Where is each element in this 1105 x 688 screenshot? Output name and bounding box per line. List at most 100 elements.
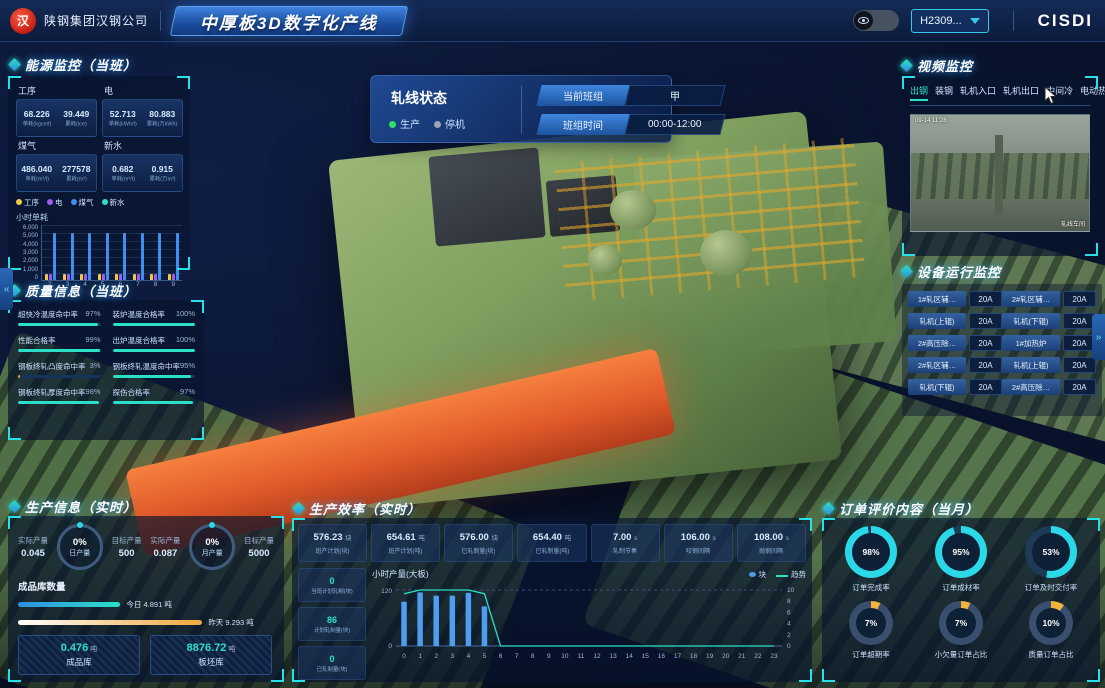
svg-text:2: 2 <box>787 632 791 639</box>
monthly-output-gauge: 0%月产量 <box>189 524 235 570</box>
svg-text:10: 10 <box>561 653 569 660</box>
hour-chart-legend: 块 趋势 <box>749 569 807 580</box>
svg-text:120: 120 <box>381 588 392 595</box>
svg-text:4: 4 <box>467 653 471 660</box>
energy-panel: 工序 68.226单耗(kgce/t) 39.449累耗(tce) 电 52.7… <box>8 76 190 270</box>
tab-chugang[interactable]: 出钢 <box>910 84 928 101</box>
right-panel-collapse[interactable]: » <box>1092 314 1105 360</box>
tab-mill-entry[interactable]: 轧机入口 <box>960 84 996 101</box>
svg-text:12: 12 <box>593 653 601 660</box>
svg-text:2: 2 <box>434 653 438 660</box>
svg-text:4: 4 <box>787 621 791 628</box>
daily-actual: 实际产量0.045 <box>18 535 48 559</box>
visibility-toggle[interactable] <box>853 10 899 31</box>
energy-panel-title: 能源监控（当班） <box>25 55 137 74</box>
hour-chart-svg: 0123456789101112131415161718192021222312… <box>372 580 806 672</box>
divider <box>521 86 522 134</box>
efficiency-side-stat: 0 当班计划轧制(块) <box>298 568 366 602</box>
yellow-scaffold <box>554 137 865 303</box>
video-panel: 出钢 装钢 轧机入口 轧机出口 中间冷 电动热 09-14 11:28 轧线车间 <box>902 76 1098 256</box>
device-cell[interactable]: 轧机(下辊) 20A <box>908 379 1002 395</box>
energy-chart-label: 小时单耗 <box>16 212 182 223</box>
energy-legend: 工序 电 煤气 新水 <box>16 197 182 208</box>
svg-text:3: 3 <box>450 653 454 660</box>
quality-item: 探伤合格率 97% <box>113 387 196 404</box>
divider <box>160 11 161 31</box>
cctv-camera-label: 轧线车间 <box>1061 219 1085 228</box>
view-select[interactable]: H2309... <box>911 9 989 33</box>
donut-gauge: 53% <box>1025 526 1077 578</box>
energy-bar-group <box>168 232 179 280</box>
order-kpi: 7% 订单超期率 <box>826 601 916 660</box>
tab-zhuanggang[interactable]: 装钢 <box>935 84 953 101</box>
stock-bar-yesterday: 昨天 9.293 吨 <box>18 617 274 628</box>
energy-bar-group <box>150 232 161 280</box>
cctv-feed[interactable]: 09-14 11:28 轧线车间 <box>910 114 1090 232</box>
mill-housing-dark <box>428 147 545 246</box>
device-cell[interactable]: 2#轧区辅… 20A <box>1002 291 1096 307</box>
page-title: 中厚板3D数字化产线 <box>170 6 408 36</box>
svg-text:0: 0 <box>787 643 791 650</box>
devices-panel-title: 设备运行监控 <box>917 262 1001 281</box>
tab-hotsaw[interactable]: 电动热 <box>1080 84 1105 101</box>
device-cell[interactable]: 1#轧区辅… 20A <box>908 291 1002 307</box>
production-panel-title: 生产信息（实时） <box>25 497 137 516</box>
energy-bar-group <box>63 232 74 280</box>
panel-icon <box>8 500 21 513</box>
device-row: 2#高压除… 20A1#加热炉 20A <box>908 335 1096 351</box>
status-stopped: 停机 <box>434 116 465 131</box>
orders-panel: 98% 订单完成率 95% 订单成材率 53% 订单及时交付率 7% 订单超期率… <box>822 518 1100 682</box>
hour-bar <box>417 592 423 646</box>
mill-dome <box>588 245 622 275</box>
device-cell[interactable]: 1#加热炉 20A <box>1002 335 1096 351</box>
left-panel-collapse[interactable]: « <box>0 268 13 310</box>
chevron-down-icon <box>970 18 980 24</box>
efficiency-stat: 7.00 s 轧制节奏 <box>591 524 660 562</box>
svg-text:20: 20 <box>722 653 730 660</box>
donut-gauge: 7% <box>849 601 893 645</box>
company-name: 陕钢集团汉钢公司 <box>44 12 148 29</box>
hour-bar <box>466 593 472 646</box>
status-producing: 生产 <box>389 116 420 131</box>
svg-text:23: 23 <box>770 653 778 660</box>
mill-dome <box>610 190 656 230</box>
device-cell[interactable]: 轧机(上辊) 20A <box>1002 357 1096 373</box>
quality-item: 钢板终轧温度命中率 95% <box>113 361 196 378</box>
shift-row: 当前班组 甲 <box>536 85 725 106</box>
energy-group: 新水 0.682单耗(m³/t) 0.915累耗(万m³) <box>102 137 183 192</box>
cctv-timestamp: 09-14 11:28 <box>915 118 947 124</box>
energy-bar-group <box>133 232 144 280</box>
finished-stock-box: 0.476吨 成品库 <box>18 635 140 675</box>
efficiency-side-stat: 0 已轧制量(块) <box>298 646 366 680</box>
daily-target: 目标产量500 <box>112 535 142 559</box>
efficiency-stat: 654.61 吨 班产计划(吨) <box>371 524 440 562</box>
donut-gauge: 98% <box>845 526 897 578</box>
svg-text:0: 0 <box>402 653 406 660</box>
efficiency-side-stat: 86 计划轧制量(块) <box>298 607 366 641</box>
devices-panel: 1#轧区辅… 20A2#轧区辅… 20A轧机(上辊) 20A轧机(下辊) 20A… <box>902 284 1102 416</box>
energy-hour-chart: 6,0005,0004,0003,0002,0001,0000 <box>16 225 182 281</box>
svg-text:22: 22 <box>754 653 762 660</box>
svg-text:6: 6 <box>499 653 503 660</box>
device-cell[interactable]: 2#高压除… 20A <box>1002 379 1096 395</box>
efficiency-stat: 576.00 块 已轧制量(块) <box>444 524 513 562</box>
donut-gauge: 7% <box>939 601 983 645</box>
device-cell[interactable]: 2#轧区辅… 20A <box>908 357 1002 373</box>
svg-text:1: 1 <box>418 653 422 660</box>
device-cell[interactable]: 轧机(上辊) 20A <box>908 313 1002 329</box>
svg-text:16: 16 <box>658 653 666 660</box>
energy-bar-group <box>98 232 109 280</box>
eye-icon <box>854 11 873 30</box>
device-cell[interactable]: 2#高压除… 20A <box>908 335 1002 351</box>
device-row: 2#轧区辅… 20A轧机(上辊) 20A <box>908 357 1096 373</box>
tab-mill-exit[interactable]: 轧机出口 <box>1003 84 1039 101</box>
hour-bar <box>450 596 456 646</box>
svg-text:18: 18 <box>690 653 698 660</box>
svg-text:10: 10 <box>787 587 795 594</box>
device-cell[interactable]: 轧机(下辊) 20A <box>1002 313 1096 329</box>
order-kpi: 7% 小欠量订单占比 <box>916 601 1006 660</box>
energy-group: 工序 68.226单耗(kgce/t) 39.449累耗(tce) <box>16 82 97 137</box>
svg-text:21: 21 <box>738 653 746 660</box>
energy-bar-group <box>80 232 91 280</box>
production-panel: 实际产量0.045 0%日产量 目标产量500 实际产量0.087 0%月产量 … <box>8 516 284 682</box>
